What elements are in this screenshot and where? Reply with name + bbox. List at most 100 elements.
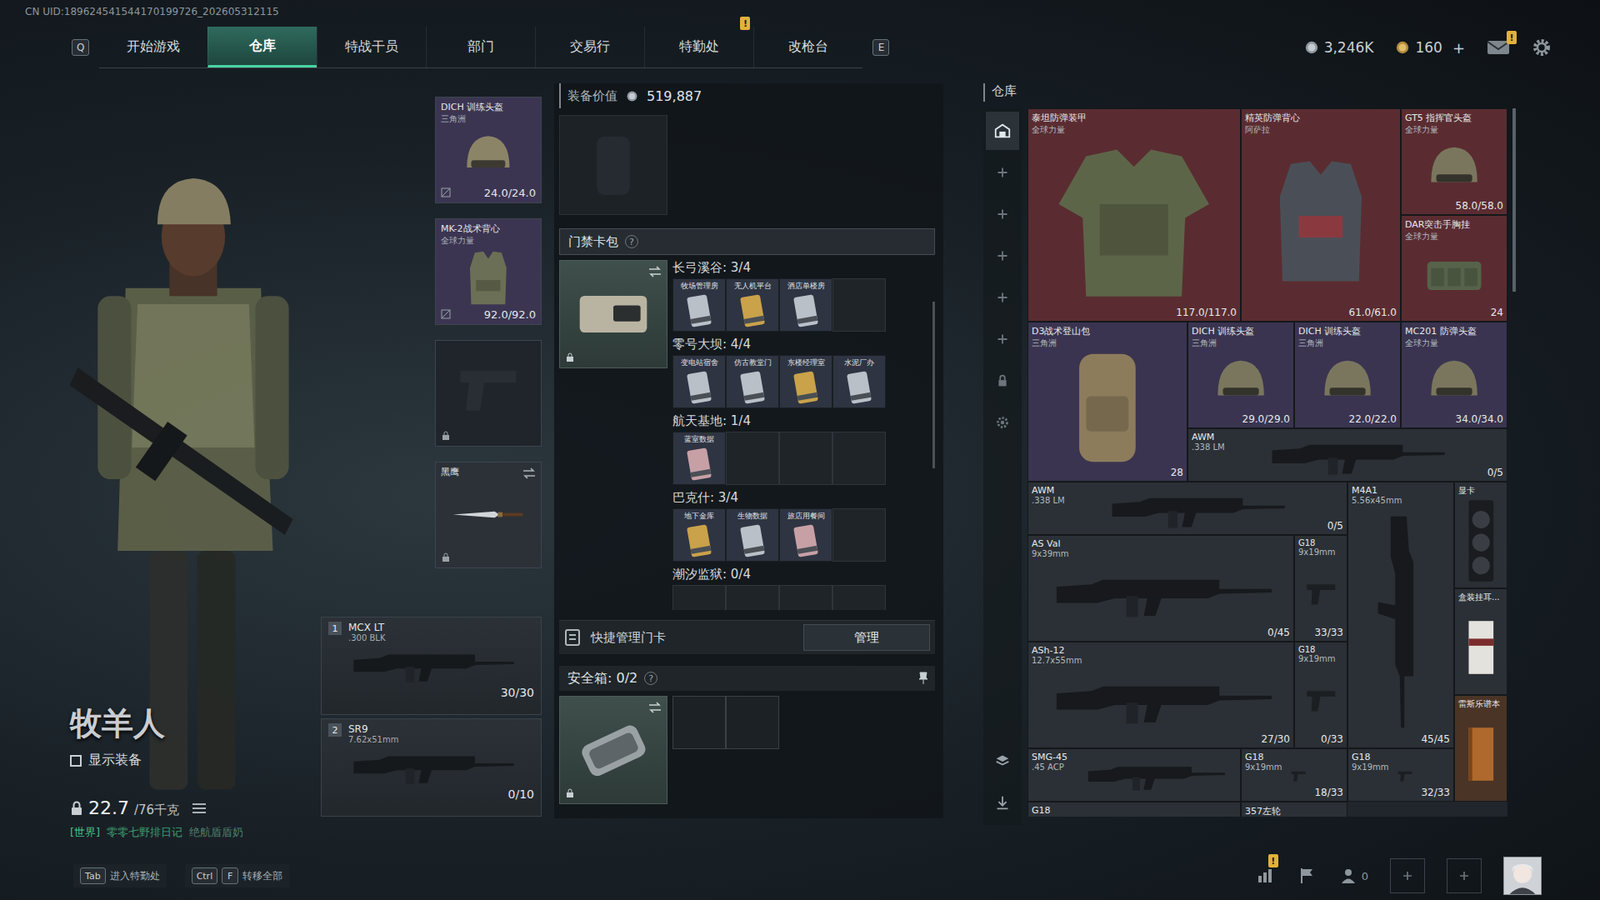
warehouse-item[interactable]: GT5 指挥官头盔全球力量58.0/58.0 — [1400, 108, 1508, 215]
empty-keycard-slot[interactable] — [832, 508, 886, 562]
empty-keycard-slot[interactable] — [725, 431, 780, 485]
warehouse-item[interactable]: 雷斯乐谱本 — [1454, 695, 1508, 802]
safe-box-slot[interactable] — [559, 695, 668, 805]
safe-box-cell[interactable] — [672, 695, 726, 750]
nav-tab[interactable]: 开始游戏 — [99, 26, 208, 68]
warehouse-item[interactable]: AS Val9x39mm0/45 — [1027, 535, 1295, 642]
settings-gear-icon[interactable] — [1531, 37, 1552, 58]
weight-details-icon[interactable] — [192, 802, 206, 815]
empty-keycard-slot[interactable] — [779, 585, 833, 610]
warehouse-item[interactable]: ASh-1212.7x55mm27/30 — [1027, 641, 1295, 749]
nav-tab[interactable]: 部门 — [425, 26, 535, 68]
keycard-scrollbar[interactable] — [932, 301, 935, 469]
pin-icon[interactable] — [918, 671, 929, 685]
operator-info: 牧羊人显示装备22.7/76千克[世界]零零七野排日记绝航盾盾奶 — [70, 702, 321, 840]
gear-slot[interactable]: 黑鹰 — [435, 461, 542, 569]
item-text: 盒装挂耳... — [1458, 591, 1504, 604]
weapon-slot[interactable]: 1MCX LT.300 BLK30/30 — [320, 616, 542, 715]
keycard[interactable]: 仿古教堂门 — [725, 355, 780, 409]
add-currency-button[interactable]: + — [1452, 39, 1465, 57]
nav-tab[interactable]: 特战干员 — [316, 26, 426, 68]
swap-icon[interactable] — [648, 265, 662, 278]
warehouse-item[interactable]: G189x19mm18/33 — [1240, 748, 1348, 802]
warehouse-item[interactable]: G189x19mm32/33 — [1347, 748, 1455, 802]
nav-tab[interactable]: 特勤处! — [644, 26, 754, 68]
weapon-slot[interactable]: 2SR97.62x51mm0/10 — [320, 718, 542, 817]
add-page-button[interactable] — [985, 236, 1020, 275]
transfer-button[interactable] — [985, 783, 1020, 822]
empty-keycard-slot[interactable] — [832, 278, 886, 332]
add-page-button[interactable] — [985, 153, 1020, 192]
keycard[interactable]: 无人机平台 — [725, 278, 780, 332]
keycard[interactable]: 牧场管理房 — [672, 278, 726, 332]
warehouse-item[interactable]: AWM.338 LM0/5 — [1187, 428, 1508, 482]
keycard[interactable]: 水泥厂办 — [832, 355, 886, 409]
stats-button[interactable]: ! — [1255, 865, 1275, 886]
show-gear-toggle[interactable]: 显示装备 — [70, 751, 321, 770]
prev-tab-key[interactable]: Q — [71, 39, 90, 56]
safe-box-cell[interactable] — [725, 695, 780, 750]
warehouse-item[interactable]: 盒装挂耳... — [1454, 588, 1508, 695]
warehouse-item[interactable]: 泰坦防弹装甲全球力量117.0/117.0 — [1027, 108, 1241, 322]
warehouse-item[interactable]: M4A15.56x45mm45/45 — [1347, 481, 1455, 749]
show-gear-checkbox[interactable] — [70, 755, 82, 767]
keycard-holder-slot[interactable] — [559, 260, 668, 369]
swap-icon[interactable] — [522, 467, 536, 480]
flag-button[interactable] — [1296, 865, 1317, 886]
warehouse-item[interactable]: 精英防弹背心阿萨拉61.0/61.0 — [1240, 108, 1401, 322]
keycard[interactable]: 蓝室数据 — [672, 431, 726, 485]
key-hint[interactable]: CtrlF转移全部 — [185, 864, 290, 888]
empty-keycard-slot[interactable] — [672, 585, 726, 610]
keycard[interactable]: 酒店单楼房 — [779, 278, 833, 332]
player-avatar[interactable] — [1503, 856, 1542, 895]
empty-keycard-slot[interactable] — [725, 585, 780, 610]
sort-layers-button[interactable] — [985, 741, 1020, 780]
warehouse-page-button[interactable] — [985, 111, 1020, 150]
keycard[interactable]: 生物数据 — [725, 508, 780, 562]
add-page-button[interactable] — [985, 278, 1020, 317]
warehouse-item[interactable]: AWM.338 LM0/5 — [1027, 481, 1348, 535]
item-picture — [1031, 665, 1290, 734]
empty-keycard-slot[interactable] — [832, 431, 886, 485]
nav-tab[interactable]: 改枪台 — [753, 26, 863, 68]
gear-slot[interactable]: DICH 训练头盔三角洲24.0/24.0 — [435, 96, 542, 204]
gear-slot[interactable] — [435, 340, 542, 447]
invite-slot[interactable] — [1446, 858, 1482, 894]
warehouse-item[interactable]: DICH 训练头盔三角洲29.0/29.0 — [1187, 321, 1295, 429]
swap-icon[interactable] — [648, 701, 662, 714]
add-page-button[interactable] — [985, 320, 1020, 359]
squad-button[interactable]: 0 — [1338, 865, 1369, 886]
chat-sender[interactable]: 零零七野排日记 — [106, 825, 183, 840]
mail-button[interactable]: ! — [1486, 39, 1510, 56]
keycard[interactable]: 地下金库 — [672, 508, 726, 562]
help-button[interactable]: ? — [644, 671, 658, 685]
keycard[interactable]: 东楼经理室 — [779, 355, 833, 409]
help-button[interactable]: ? — [625, 235, 639, 249]
empty-keycard-slot[interactable] — [832, 585, 886, 610]
locked-page-button[interactable] — [985, 361, 1020, 400]
warehouse-item[interactable]: 显卡 — [1454, 481, 1508, 589]
nav-tab[interactable]: 仓库 — [207, 26, 317, 68]
empty-keycard-slot[interactable] — [779, 431, 833, 485]
gear-slot[interactable]: MK-2战术背心全球力量92.0/92.0 — [435, 218, 542, 325]
warehouse-item[interactable]: DICH 训练头盔三角洲22.0/22.0 — [1294, 321, 1401, 429]
warehouse-item[interactable]: G189x19mm0/33 — [1294, 641, 1348, 749]
add-page-button[interactable] — [985, 195, 1020, 234]
warehouse-item[interactable]: G18 — [1027, 801, 1241, 817]
key-hint[interactable]: Tab进入特勤处 — [73, 864, 167, 888]
warehouse-item[interactable]: MC201 防弹头盔全球力量34.0/34.0 — [1400, 321, 1508, 429]
warehouse-settings-button[interactable] — [985, 403, 1020, 442]
warehouse-item[interactable]: DAR突击手胸挂全球力量24 — [1400, 215, 1508, 322]
warehouse-item[interactable]: SMG-45.45 ACP — [1027, 748, 1241, 802]
invite-slot[interactable] — [1390, 858, 1425, 894]
keycard[interactable]: 变电站宿舍 — [672, 355, 726, 409]
nav-tab[interactable]: 交易行 — [535, 26, 645, 68]
keycard[interactable]: 旅店用餐间 — [779, 508, 833, 562]
warehouse-item[interactable]: 357左轮 — [1240, 801, 1348, 817]
warehouse-scrollbar[interactable] — [1512, 108, 1516, 292]
next-tab-key[interactable]: E — [872, 39, 890, 56]
manage-button[interactable]: 管理 — [803, 624, 930, 651]
warehouse-item[interactable]: D3战术登山包三角洲28 — [1027, 321, 1188, 482]
warehouse-item[interactable]: G189x19mm33/33 — [1294, 535, 1348, 642]
backpack-slot[interactable] — [559, 115, 668, 215]
